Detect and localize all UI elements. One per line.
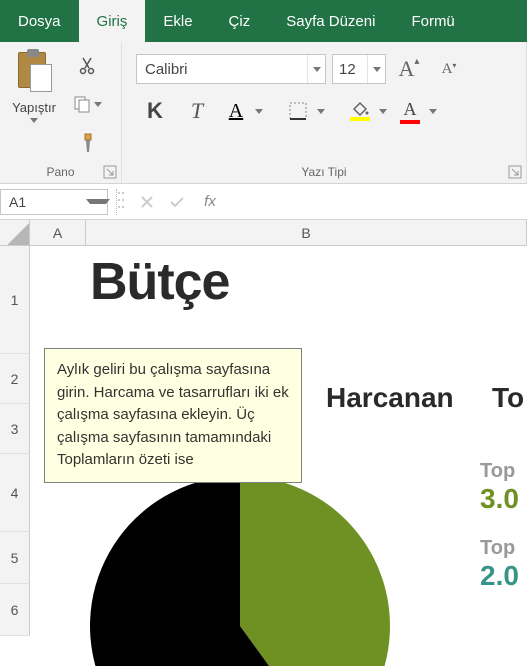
- paste-icon: [16, 50, 52, 92]
- formula-bar: A1 fx: [0, 184, 527, 220]
- column-header-b[interactable]: B: [86, 220, 527, 245]
- increase-font-size-button[interactable]: A▴: [392, 54, 426, 84]
- page-title: Bütçe: [90, 252, 229, 312]
- column-heading-to: To: [492, 382, 524, 414]
- sheet-content[interactable]: Bütçe Aylık geliri bu çalışma sayfasına …: [30, 246, 527, 666]
- paste-label: Yapıştır: [12, 100, 56, 115]
- paste-button[interactable]: Yapıştır: [6, 46, 62, 163]
- tab-insert[interactable]: Ekle: [145, 0, 210, 42]
- tab-home[interactable]: Giriş: [79, 0, 146, 42]
- column-headers: A B: [0, 220, 527, 246]
- tab-formulas[interactable]: Formü: [393, 0, 472, 42]
- totals-block: Top 3.0 Top 2.0: [480, 456, 519, 592]
- clipboard-group-label: Pano: [0, 163, 121, 183]
- borders-button[interactable]: [282, 94, 328, 128]
- fx-label: fx: [204, 193, 216, 210]
- chevron-down-icon[interactable]: [89, 199, 107, 204]
- name-box[interactable]: A1: [0, 189, 108, 215]
- brush-icon: [77, 132, 97, 154]
- font-size-value: 12: [333, 61, 367, 78]
- total-label-2: Top: [480, 537, 519, 560]
- tab-file[interactable]: Dosya: [0, 0, 79, 42]
- ribbon: Yapıştır Pano: [0, 42, 527, 184]
- cancel-formula-button[interactable]: [132, 189, 162, 215]
- border-icon: [288, 101, 308, 121]
- tab-draw[interactable]: Çiz: [211, 0, 269, 42]
- chevron-down-icon[interactable]: [252, 94, 266, 128]
- chevron-down-icon[interactable]: [367, 55, 385, 83]
- scissors-icon: [77, 56, 97, 76]
- font-name-combo[interactable]: Calibri: [136, 54, 326, 84]
- total-label-1: Top: [480, 460, 519, 483]
- clipboard-group: Yapıştır Pano: [0, 42, 122, 183]
- row-header-4[interactable]: 4: [0, 454, 30, 532]
- fill-color-button[interactable]: [344, 94, 390, 128]
- enter-formula-button[interactable]: [162, 189, 192, 215]
- row-header-2[interactable]: 2: [0, 354, 30, 404]
- bucket-icon: [350, 101, 370, 117]
- chevron-down-icon[interactable]: [314, 94, 328, 128]
- pie-chart[interactable]: [90, 476, 390, 666]
- chevron-down-icon: [94, 102, 102, 107]
- row-headers: 1 2 3 4 5 6: [0, 246, 30, 666]
- decrease-font-size-button[interactable]: A▾: [432, 54, 466, 84]
- dialog-launcher-icon[interactable]: [508, 165, 522, 179]
- format-painter-button[interactable]: [70, 130, 104, 156]
- font-color-button[interactable]: A: [394, 94, 440, 128]
- font-name-value: Calibri: [137, 61, 307, 78]
- dialog-launcher-icon[interactable]: [103, 165, 117, 179]
- column-header-a[interactable]: A: [30, 220, 86, 245]
- separator: [116, 189, 130, 215]
- font-group: Calibri 12 A▴ A▾ K T A: [122, 42, 527, 183]
- x-icon: [140, 195, 154, 209]
- copy-icon: [72, 94, 92, 114]
- copy-button[interactable]: [70, 91, 104, 117]
- underline-button[interactable]: A: [220, 94, 266, 128]
- font-color-a: A: [404, 99, 417, 120]
- insert-function-button[interactable]: fx: [192, 189, 222, 215]
- font-color-swatch: [400, 120, 420, 124]
- font-group-label: Yazı Tipi: [122, 163, 526, 183]
- chevron-down-icon[interactable]: [426, 94, 440, 128]
- chevron-down-icon[interactable]: [307, 55, 325, 83]
- row-header-3[interactable]: 3: [0, 404, 30, 454]
- total-value-2: 2.0: [480, 560, 519, 592]
- row-header-1[interactable]: 1: [0, 246, 30, 354]
- chevron-down-icon[interactable]: [376, 94, 390, 128]
- ribbon-tabs: Dosya Giriş Ekle Çiz Sayfa Düzeni Formü: [0, 0, 527, 42]
- fill-color-swatch: [350, 117, 370, 121]
- pie-slice-green: [240, 476, 390, 666]
- cell-comment-tooltip: Aylık geliri bu çalışma sayfasına girin.…: [44, 348, 302, 483]
- font-size-combo[interactable]: 12: [332, 54, 386, 84]
- name-box-value: A1: [1, 194, 89, 210]
- cut-button[interactable]: [70, 53, 104, 79]
- row-header-5[interactable]: 5: [0, 532, 30, 584]
- row-header-6[interactable]: 6: [0, 584, 30, 636]
- tab-page-layout[interactable]: Sayfa Düzeni: [268, 0, 393, 42]
- total-value-1: 3.0: [480, 483, 519, 515]
- bold-button[interactable]: K: [136, 94, 174, 128]
- column-heading-harcanan: Harcanan: [326, 382, 454, 414]
- check-icon: [169, 195, 185, 209]
- italic-button[interactable]: T: [178, 94, 216, 128]
- select-all-corner[interactable]: [0, 220, 30, 245]
- spreadsheet-grid: A B 1 2 3 4 5 6 Bütçe Aylık geliri bu ça…: [0, 220, 527, 666]
- chevron-down-icon: [30, 118, 38, 123]
